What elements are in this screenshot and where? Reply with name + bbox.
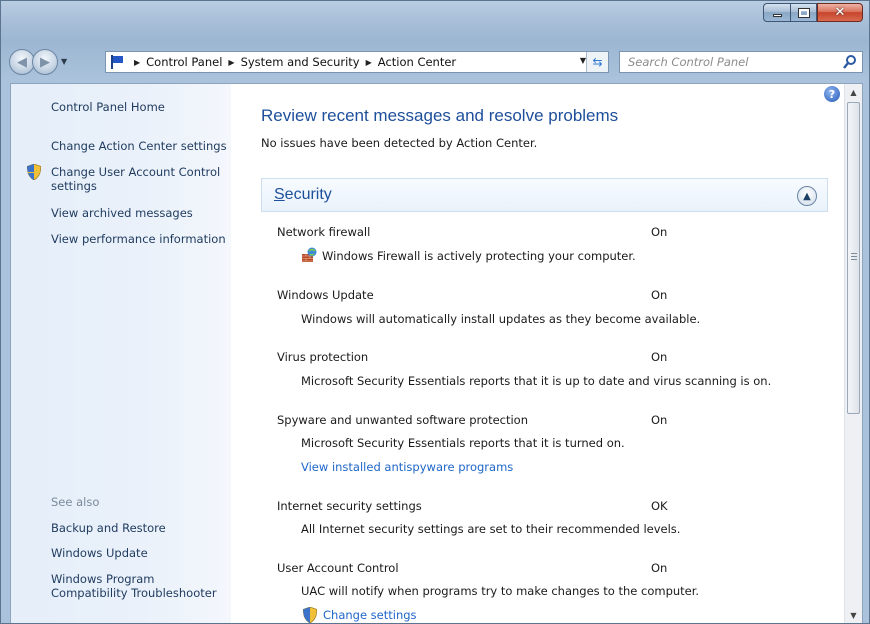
change-uac-settings-link[interactable]: Change User Account Control settings [51, 165, 226, 193]
see-also-heading: See also [51, 495, 100, 509]
scroll-thumb[interactable] [847, 102, 860, 414]
breadcrumb-chevron-icon[interactable]: ▶ [366, 58, 372, 67]
windows-update-label: Windows Update [277, 288, 374, 302]
security-section-header[interactable]: Security ▲ [261, 178, 828, 212]
view-antispyware-programs-link[interactable]: View installed antispyware programs [301, 460, 513, 474]
close-button[interactable]: ✕ [817, 3, 863, 22]
internet-security-description: All Internet security settings are set t… [301, 522, 681, 536]
spyware-protection-label: Spyware and unwanted software protection [277, 413, 529, 427]
virus-protection-label: Virus protection [277, 350, 369, 364]
address-bar[interactable]: ▶ Control Panel ▶ System and Security ▶ … [105, 51, 609, 73]
network-firewall-label: Network firewall [277, 225, 371, 239]
internet-security-label: Internet security settings [277, 499, 422, 513]
forward-arrow-icon: ▶ [40, 54, 50, 70]
scroll-grip-icon [851, 253, 857, 260]
forward-button[interactable]: ▶ [32, 49, 58, 75]
control-panel-flag-icon [109, 55, 125, 69]
scroll-down-icon[interactable]: ▼ [845, 607, 862, 623]
search-input[interactable]: Search Control Panel [619, 51, 863, 73]
virus-protection-status: On [651, 350, 668, 364]
scroll-up-icon[interactable]: ▲ [845, 84, 862, 100]
virus-protection-description: Microsoft Security Essentials reports th… [301, 374, 772, 388]
view-archived-messages-link[interactable]: View archived messages [51, 206, 193, 220]
minimize-icon [772, 14, 782, 17]
search-placeholder: Search Control Panel [628, 55, 749, 69]
breadcrumb-control-panel[interactable]: Control Panel [146, 55, 222, 69]
recent-pages-dropdown-icon[interactable]: ▼ [61, 57, 67, 66]
refresh-button[interactable]: ⇆ [586, 52, 608, 72]
backup-and-restore-link[interactable]: Backup and Restore [51, 521, 166, 535]
control-panel-home-link[interactable]: Control Panel Home [51, 100, 165, 114]
help-icon[interactable]: ? [824, 86, 840, 102]
windows-update-description: Windows will automatically install updat… [301, 312, 701, 326]
chevron-up-icon: ▲ [803, 190, 811, 202]
back-arrow-icon: ◀ [17, 54, 27, 70]
breadcrumb-chevron-icon[interactable]: ▶ [228, 58, 234, 67]
windows-update-link[interactable]: Windows Update [51, 546, 148, 560]
spyware-protection-status: On [651, 413, 668, 427]
search-icon[interactable] [843, 54, 857, 70]
content-area: Control Panel Home Change Action Center … [10, 83, 863, 623]
main-panel: Review recent messages and resolve probl… [231, 84, 844, 623]
network-firewall-description: Windows Firewall is actively protecting … [322, 249, 636, 263]
action-center-window: ✕ ◀ ▶ ▼ ▶ Control Panel ▶ System and Sec… [0, 0, 870, 624]
breadcrumb-action-center[interactable]: Action Center [378, 55, 456, 69]
uac-description: UAC will notify when programs try to mak… [301, 584, 700, 598]
change-action-center-settings-link[interactable]: Change Action Center settings [51, 139, 227, 153]
refresh-icon: ⇆ [592, 55, 603, 69]
uac-shield-icon [303, 607, 317, 623]
collapse-section-button[interactable]: ▲ [797, 186, 817, 206]
network-firewall-status: On [651, 225, 668, 239]
close-icon: ✕ [834, 5, 846, 20]
compatibility-troubleshooter-link[interactable]: Windows Program Compatibility Troublesho… [51, 572, 226, 600]
spyware-protection-description: Microsoft Security Essentials reports th… [301, 436, 625, 450]
breadcrumb-chevron-icon[interactable]: ▶ [134, 58, 140, 67]
caption-buttons: ✕ [763, 3, 863, 22]
firewall-icon [302, 247, 317, 262]
navigation-bar: ◀ ▶ ▼ ▶ Control Panel ▶ System and Secur… [9, 49, 863, 75]
page-subtitle: No issues have been detected by Action C… [261, 136, 538, 150]
vertical-scrollbar[interactable]: ▲ ▼ [844, 84, 862, 623]
view-performance-information-link[interactable]: View performance information [51, 232, 226, 246]
task-pane: Control Panel Home Change Action Center … [11, 84, 231, 623]
maximize-button[interactable] [790, 3, 817, 22]
uac-label: User Account Control [277, 561, 399, 575]
change-settings-link[interactable]: Change settings [323, 608, 417, 622]
page-title: Review recent messages and resolve probl… [261, 106, 619, 125]
internet-security-status: OK [651, 499, 668, 513]
windows-update-status: On [651, 288, 668, 302]
uac-status: On [651, 561, 668, 575]
minimize-button[interactable] [763, 3, 790, 22]
security-section-title: Security [274, 186, 332, 203]
breadcrumb-system-and-security[interactable]: System and Security [241, 55, 360, 69]
maximize-icon [797, 7, 810, 18]
uac-shield-icon [27, 164, 41, 180]
nav-buttons: ◀ ▶ ▼ [9, 49, 87, 75]
